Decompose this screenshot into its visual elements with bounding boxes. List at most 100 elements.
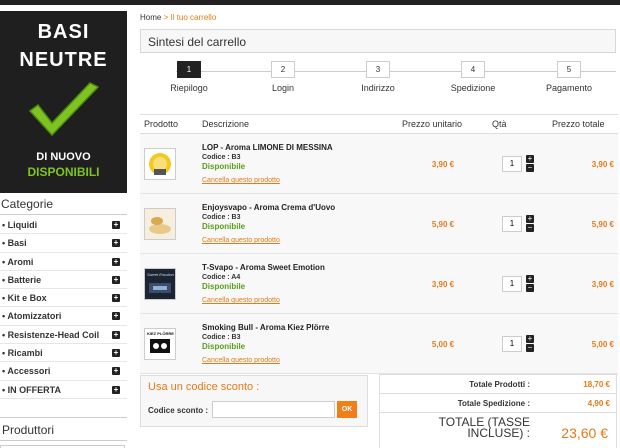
row-total: 3,90 € [591, 159, 614, 169]
expand-plus-icon[interactable]: + [112, 312, 120, 321]
expand-plus-icon[interactable]: + [112, 349, 120, 358]
product-thumbnail[interactable]: Sweet Emotion [144, 267, 176, 300]
total-shipping-row: Totale Spedizione : 4,90 € [379, 393, 617, 412]
step-shipping[interactable]: 4 Spedizione [438, 61, 508, 93]
row-total: 3,90 € [591, 279, 614, 289]
expand-plus-icon[interactable]: + [112, 221, 120, 229]
categories-list: • Liquidi + • Basi + • Aromi + • Batterie + … [0, 216, 127, 399]
category-item[interactable]: • Liquidi + [0, 216, 127, 235]
main-content: Home > Il tuo carrello Sintesi del carre… [140, 5, 618, 448]
step-payment[interactable]: 5 Pagamento [534, 61, 604, 93]
step-label: Spedizione [450, 83, 496, 93]
plus-icon[interactable]: + [526, 215, 534, 223]
remove-product-link[interactable]: Cancella questo prodotto [202, 237, 394, 244]
remove-product-link[interactable]: Cancella questo prodotto [202, 177, 394, 184]
plus-icon[interactable]: + [526, 275, 534, 283]
product-thumbnail[interactable] [144, 207, 176, 240]
category-item[interactable]: • Basi + [0, 234, 127, 253]
unit-price: 5,90 € [431, 219, 455, 229]
quantity-stepper: +− [502, 215, 534, 233]
category-label: Batterie [7, 274, 42, 285]
table-row: LOP - Aroma LIMONE DI MESSINA Codice : B… [140, 133, 618, 194]
header-product: Prodotto [140, 114, 198, 134]
minus-icon[interactable]: − [526, 224, 534, 232]
expand-plus-icon[interactable]: + [112, 239, 120, 248]
quantity-input[interactable] [502, 215, 522, 232]
producers-title: Produttori [0, 417, 127, 441]
product-name[interactable]: Smoking Bull - Aroma Kiez Plörre [202, 323, 394, 332]
thumbnail-caption: KIEZ PLÖRRE [147, 330, 174, 336]
quantity-input[interactable] [502, 155, 522, 172]
thumbnail-caption: Sweet Emotion [147, 271, 174, 277]
breadcrumb-home[interactable]: Home [140, 13, 161, 22]
promo-banner[interactable]: BASI NEUTRE DI NUOVO DISPONIBILI [0, 11, 127, 193]
category-item[interactable]: • Accessori + [0, 362, 127, 381]
minus-icon[interactable]: − [526, 284, 534, 292]
product-thumbnail[interactable]: KIEZ PLÖRRE [144, 327, 176, 360]
header-description: Descrizione [198, 114, 398, 134]
category-item[interactable]: • Batterie + [0, 271, 127, 290]
unit-price: 5,00 € [431, 339, 455, 349]
product-thumbnail[interactable] [144, 147, 176, 180]
breadcrumb: Home > Il tuo carrello [140, 13, 216, 22]
header-unit-price: Prezzo unitario [398, 114, 488, 134]
breadcrumb-separator: > [163, 13, 169, 22]
product-name[interactable]: T-Svapo - Aroma Sweet Emotion [202, 263, 394, 272]
banner-line-3: DI NUOVO [36, 151, 91, 163]
product-availability: Disponibile [202, 222, 246, 231]
category-item[interactable]: • Atomizzatori + [0, 307, 127, 326]
coupon-ok-button[interactable]: OK [337, 401, 357, 418]
quantity-input[interactable] [502, 335, 522, 352]
cart-table: Prodotto Descrizione Prezzo unitario Qtà… [140, 114, 618, 374]
table-row: Sweet Emotion T-Svapo - Aroma Sweet Emot… [140, 253, 618, 314]
header-total: Prezzo totale [548, 114, 618, 134]
left-column: BASI NEUTRE DI NUOVO DISPONIBILI Categor… [0, 5, 127, 448]
step-address[interactable]: 3 Indirizzo [343, 61, 413, 93]
grand-total-row: TOTALE (TASSE INCLUSE) : 23,60 € [379, 412, 617, 448]
page-title: Sintesi del carrello [140, 29, 616, 53]
coupon-input[interactable] [212, 401, 335, 418]
category-item[interactable]: • Resistenze-Head Coil + [0, 326, 127, 345]
banner-line-4: DISPONIBILI [27, 165, 100, 179]
expand-plus-icon[interactable]: + [112, 385, 120, 394]
remove-product-link[interactable]: Cancella questo prodotto [202, 357, 394, 364]
category-label: Aromi [7, 256, 34, 267]
category-label: Kit e Box [7, 293, 47, 304]
banner-line-2: NEUTRE [19, 49, 108, 71]
product-code: Codice : B3 [202, 154, 241, 161]
quantity-stepper: +− [502, 335, 534, 353]
plus-icon[interactable]: + [526, 335, 534, 343]
quantity-stepper: +− [502, 155, 534, 173]
step-number: 5 [557, 61, 581, 78]
coupon-label: Codice sconto : [148, 406, 209, 415]
expand-plus-icon[interactable]: + [112, 275, 120, 284]
step-login[interactable]: 2 Login [248, 61, 318, 93]
product-availability: Disponibile [202, 282, 246, 291]
total-products-value: 18,70 € [583, 380, 610, 389]
category-item[interactable]: • IN OFFERTA + [0, 381, 127, 399]
checkout-steps: 1 Riepilogo 2 Login 3 Indirizzo 4 Spediz… [140, 61, 616, 101]
row-total: 5,00 € [591, 339, 614, 349]
minus-icon[interactable]: − [526, 164, 534, 172]
expand-plus-icon[interactable]: + [112, 367, 120, 376]
total-products-label: Totale Prodotti : [469, 380, 530, 389]
category-item[interactable]: • Aromi + [0, 253, 127, 271]
step-label: Pagamento [545, 83, 593, 93]
category-label: Accessori [7, 366, 51, 377]
coupon-title: Usa un codice sconto : [148, 381, 260, 393]
step-label: Riepilogo [170, 83, 208, 93]
expand-plus-icon[interactable]: + [112, 294, 120, 303]
expand-plus-icon[interactable]: + [112, 330, 120, 339]
category-label: Atomizzatori [7, 311, 62, 322]
table-header-row: Prodotto Descrizione Prezzo unitario Qtà… [140, 114, 618, 134]
remove-product-link[interactable]: Cancella questo prodotto [202, 297, 394, 304]
quantity-input[interactable] [502, 275, 522, 292]
category-item[interactable]: • Ricambi + [0, 344, 127, 363]
category-item[interactable]: • Kit e Box + [0, 289, 127, 308]
product-name[interactable]: LOP - Aroma LIMONE DI MESSINA [202, 143, 394, 152]
expand-plus-icon[interactable]: + [112, 257, 120, 266]
minus-icon[interactable]: − [526, 344, 534, 352]
plus-icon[interactable]: + [526, 155, 534, 163]
product-name[interactable]: Enjoysvapo - Aroma Crema d'Uovo [202, 203, 394, 212]
checkmark-icon [28, 82, 100, 137]
